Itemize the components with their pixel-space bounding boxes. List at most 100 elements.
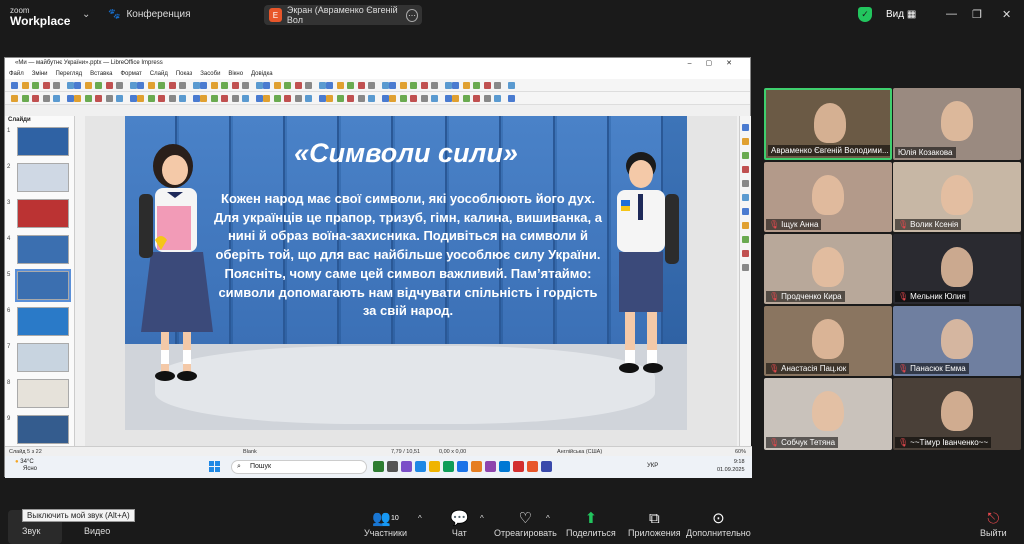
toolbar-icon[interactable] [452,95,459,102]
slide-thumbnail[interactable] [17,307,69,336]
participant-tile[interactable]: 🎙 Мельник Юлия [893,234,1021,304]
apps-button[interactable]: ⧉ Приложения [628,510,681,538]
toolbar-icon[interactable] [381,95,389,102]
minimize-icon[interactable]: — [946,8,957,20]
taskbar-app-icon[interactable] [513,461,524,472]
slide-thumbnail[interactable] [15,269,71,302]
toolbar-icon[interactable] [210,95,218,102]
toolbar-icon[interactable] [168,95,176,102]
toolbar-icon[interactable] [336,95,344,102]
taskbar-app-icon[interactable] [373,461,384,472]
sidebar-tool-icon[interactable] [742,124,749,131]
lo-menu-item[interactable]: Вікно [228,69,243,79]
toolbar-icon[interactable] [305,82,312,89]
toolbar-icon[interactable] [158,82,165,89]
toolbar-icon[interactable] [53,95,60,102]
sidebar-tool-icon[interactable] [742,208,749,215]
toolbar-icon[interactable] [462,95,470,102]
react-chevron-icon[interactable]: ^ [546,514,550,523]
taskbar-app-icon[interactable] [457,461,468,472]
toolbar-icon[interactable] [263,82,270,89]
participants-chevron-icon[interactable]: ^ [418,514,422,523]
toolbar-icon[interactable] [21,82,29,89]
participant-tile[interactable]: 🎙 Волик Ксенія [893,162,1021,232]
slide-thumbnail[interactable] [17,343,69,372]
toolbar-icon[interactable] [66,82,74,89]
toolbar-icon[interactable] [410,82,417,89]
toolbar-icon[interactable] [95,82,102,89]
toolbar-icon[interactable] [399,82,407,89]
toolbar-icon[interactable] [389,95,396,102]
toolbar-icon[interactable] [294,95,302,102]
toolbar-icon[interactable] [473,95,480,102]
toolbar-icon[interactable] [129,82,137,89]
toolbar-icon[interactable] [318,95,326,102]
slide-thumbnail[interactable] [17,379,69,408]
sidebar-tool-icon[interactable] [742,180,749,187]
toolbar-icon[interactable] [42,82,50,89]
participant-tile[interactable]: 🎙 ~~Тімур Іванченко~~ [893,378,1021,450]
toolbar-icon[interactable] [231,82,239,89]
toolbar-icon[interactable] [66,95,74,102]
toolbar-icon[interactable] [420,95,428,102]
more-button[interactable]: ⊙ Дополнительно [686,510,751,538]
lo-menu-item[interactable]: Показ [176,69,192,79]
toolbar-icon[interactable] [255,82,263,89]
toolbar-icon[interactable] [242,95,249,102]
toolbar-icon[interactable] [221,82,228,89]
lo-menu-item[interactable]: Вставка [90,69,112,79]
toolbar-icon[interactable] [105,95,113,102]
toolbar-icon[interactable] [84,95,92,102]
toolbar-icon[interactable] [305,95,312,102]
toolbar-icon[interactable] [431,82,438,89]
slide-thumbnail[interactable] [17,235,69,264]
audio-button[interactable]: Звук [22,526,40,536]
chat-button[interactable]: 💬 Чат [450,510,469,538]
toolbar-icon[interactable] [11,95,18,102]
toolbar-icon[interactable] [318,82,326,89]
toolbar-icon[interactable] [168,82,176,89]
toolbar-icon[interactable] [32,95,39,102]
toolbar-icon[interactable] [200,95,207,102]
toolbar-icon[interactable] [147,95,155,102]
toolbar-icon[interactable] [336,82,344,89]
sidebar-tool-icon[interactable] [742,194,749,201]
participant-tile[interactable]: Юлія Козакова [893,88,1021,160]
restore-icon[interactable]: ❐ [972,8,982,21]
toolbar-icon[interactable] [273,82,281,89]
taskbar-app-icon[interactable] [485,461,496,472]
taskbar-app-icon[interactable] [443,461,454,472]
sidebar-tool-icon[interactable] [742,138,749,145]
toolbar-icon[interactable] [74,82,81,89]
toolbar-icon[interactable] [462,82,470,89]
lo-menu-item[interactable]: Формат [120,69,141,79]
slide-thumbnail[interactable] [17,163,69,192]
taskbar-app-icon[interactable] [541,461,552,472]
toolbar-icon[interactable] [420,82,428,89]
toolbar-icon[interactable] [192,95,200,102]
screen-share-tab[interactable]: E Экран (Авраменко Євгеній Вол ⋯ [264,5,422,25]
toolbar-icon[interactable] [179,82,186,89]
sidebar-tool-icon[interactable] [742,250,749,257]
toolbar-icon[interactable] [410,95,417,102]
lo-menu-item[interactable]: Перегляд [56,69,83,79]
chat-chevron-icon[interactable]: ^ [480,514,484,523]
lo-menu-item[interactable]: Довідка [251,69,273,79]
taskbar-app-icon[interactable] [387,461,398,472]
toolbar-icon[interactable] [357,95,365,102]
toolbar-icon[interactable] [53,82,60,89]
sidebar-tool-icon[interactable] [742,222,749,229]
toolbar-icon[interactable] [137,82,144,89]
toolbar-icon[interactable] [32,82,39,89]
toolbar-icon[interactable] [483,82,491,89]
lo-menu-item[interactable]: Зміни [32,69,48,79]
toolbar-icon[interactable] [158,95,165,102]
toolbar-icon[interactable] [255,95,263,102]
participant-tile[interactable]: 🎙 Анастасія Пац.юк [764,306,892,376]
slide-thumbnail[interactable] [17,127,69,156]
toolbar-icon[interactable] [507,82,515,89]
lo-menu-item[interactable]: Файл [9,69,24,79]
taskbar-app-icon[interactable] [429,461,440,472]
participant-tile[interactable]: 🎙 Панасюк Емма [893,306,1021,376]
sidebar-tool-icon[interactable] [742,166,749,173]
